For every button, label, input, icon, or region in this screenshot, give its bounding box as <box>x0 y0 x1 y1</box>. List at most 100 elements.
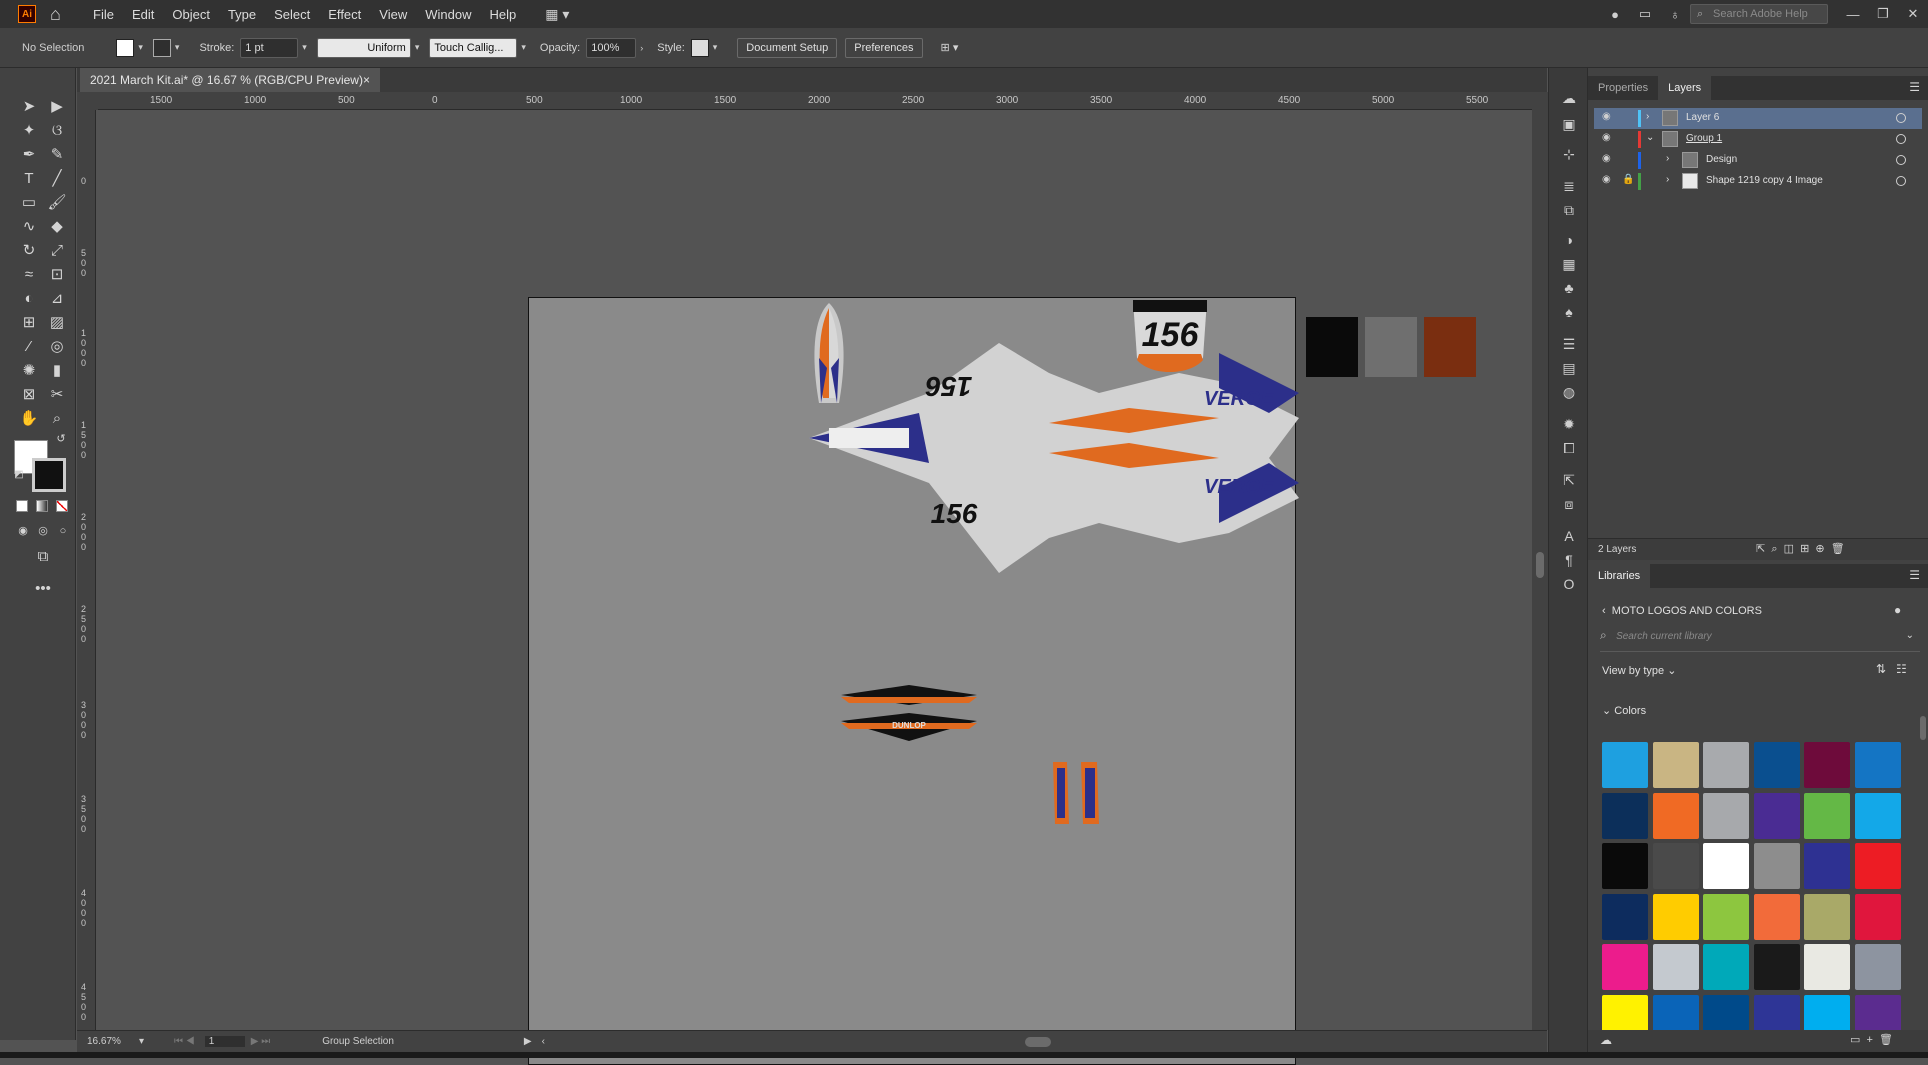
shroud-kit-graphic[interactable]: VERGE VERGE 156 156 <box>799 333 1299 593</box>
image-trace-icon[interactable]: ▣ <box>1559 114 1579 134</box>
library-color-swatch[interactable] <box>1652 742 1699 788</box>
zoom-level[interactable]: 16.67% <box>87 1036 137 1047</box>
user-icon[interactable]: ● <box>1894 603 1901 617</box>
library-color-swatch[interactable] <box>1652 792 1699 839</box>
doc-swatch-rust[interactable] <box>1424 317 1476 377</box>
target-circle-icon[interactable] <box>1896 155 1906 165</box>
horizontal-scroll-thumb[interactable] <box>1024 1036 1051 1047</box>
graph-tool-icon[interactable]: ▮ <box>46 360 68 382</box>
library-color-swatch[interactable] <box>1854 843 1901 889</box>
direct-selection-tool-icon[interactable]: ▶ <box>46 96 68 118</box>
panel-menu-icon[interactable]: ☰ <box>1909 568 1920 582</box>
library-color-swatch[interactable] <box>1652 893 1699 940</box>
more-tools-icon[interactable]: ••• <box>32 578 54 600</box>
symbols-icon[interactable]: ♠ <box>1559 302 1579 322</box>
layer-name[interactable]: Group 1 <box>1686 133 1722 144</box>
target-circle-icon[interactable] <box>1896 134 1906 144</box>
chevron-right-icon[interactable]: ▶ <box>524 1036 532 1047</box>
chevron-down-icon[interactable]: ⌄ <box>1906 630 1914 641</box>
library-color-swatch[interactable] <box>1602 944 1648 990</box>
layer-row[interactable]: ◉ ⌄ Group 1 <box>1594 129 1922 150</box>
transform-icon[interactable]: ⊹ <box>1559 144 1579 164</box>
stroke-swatch[interactable] <box>152 38 171 57</box>
paragraph-icon[interactable]: ¶ <box>1559 550 1579 570</box>
expand-chevron-icon[interactable]: ⌄ <box>1646 132 1654 143</box>
chevron-down-icon[interactable]: ▾ <box>175 42 180 53</box>
opentype-icon[interactable]: O <box>1559 574 1579 594</box>
canvas[interactable]: 156 VERGE VERGE 156 156 DUNLOP <box>98 110 1548 1065</box>
user-icon[interactable]: ● <box>1600 7 1630 22</box>
chevron-left-icon[interactable]: ‹ <box>1602 605 1606 617</box>
library-color-swatch[interactable] <box>1854 944 1901 990</box>
draw-inside-icon[interactable]: ○ <box>52 520 74 542</box>
menu-window[interactable]: Window <box>416 7 480 22</box>
visibility-eye-icon[interactable]: ◉ <box>1602 112 1614 122</box>
library-color-swatch[interactable] <box>1652 944 1699 990</box>
line-tool-icon[interactable]: ╱ <box>46 168 68 190</box>
library-color-swatch[interactable] <box>1703 843 1749 889</box>
screen-mode-icon[interactable]: ⧉ <box>32 546 54 568</box>
scroll-thumb[interactable] <box>1536 552 1544 578</box>
slice-tool-icon[interactable]: ✂ <box>46 384 68 406</box>
library-search-field[interactable]: ⌕ Search current library ⌄ <box>1600 628 1920 652</box>
search-help-input[interactable]: Search Adobe Help <box>1690 4 1828 24</box>
panel-menu-icon[interactable]: ☰ <box>1909 80 1920 94</box>
layer-name[interactable]: Shape 1219 copy 4 Image <box>1706 175 1823 186</box>
sort-icon[interactable]: ⇅ <box>1876 662 1886 676</box>
free-transform-icon[interactable]: ⊡ <box>46 264 68 286</box>
blend-tool-icon[interactable]: ◎ <box>46 336 68 358</box>
vertical-ruler[interactable]: 0 5 0 0 1 0 0 0 1 5 0 0 2 0 0 0 2 5 0 0 … <box>77 110 96 1030</box>
layer-name[interactable]: Layer 6 <box>1686 112 1719 123</box>
align-options-icon[interactable]: ⊞ ▾ <box>941 41 959 54</box>
doc-swatch-gray[interactable] <box>1365 317 1417 377</box>
library-footer-icons[interactable]: ▭ + 🗑 <box>1850 1033 1893 1046</box>
library-color-swatch[interactable] <box>1804 893 1850 940</box>
library-breadcrumb[interactable]: ‹ MOTO LOGOS AND COLORS <box>1602 605 1762 617</box>
expand-chevron-icon[interactable]: › <box>1666 174 1669 185</box>
menu-edit[interactable]: Edit <box>123 7 163 22</box>
gradient-mode-icon[interactable] <box>36 500 48 512</box>
library-color-swatch[interactable] <box>1804 792 1850 839</box>
align-icon[interactable]: ≣ <box>1559 176 1579 196</box>
arrange-documents-icon[interactable]: ▭ <box>1630 6 1660 22</box>
library-color-swatch[interactable] <box>1703 742 1749 788</box>
library-color-swatch[interactable] <box>1804 742 1850 788</box>
library-color-swatch[interactable] <box>1602 792 1648 839</box>
document-tab[interactable]: 2021 March Kit.ai* @ 16.67 % (RGB/CPU Pr… <box>80 68 380 92</box>
pen-tool-icon[interactable]: ✒ <box>18 144 40 166</box>
chevron-down-icon[interactable]: ▾ <box>138 42 143 53</box>
lasso-icon[interactable]: ଓ <box>46 120 68 142</box>
menu-type[interactable]: Type <box>219 7 265 22</box>
menu-object[interactable]: Object <box>163 7 219 22</box>
stroke-icon[interactable]: ☰ <box>1559 334 1579 354</box>
vertical-scrollbar[interactable] <box>1532 92 1548 1030</box>
chevron-right-icon[interactable]: › <box>640 43 643 53</box>
artboard-number-field[interactable]: 1 <box>204 1036 245 1047</box>
chevron-down-icon[interactable]: ▾ <box>415 42 420 53</box>
eyedropper-icon[interactable]: ⁄ <box>18 336 40 358</box>
perspective-grid-icon[interactable]: ⊿ <box>46 288 68 310</box>
fork-guard-graphic[interactable] <box>1047 758 1107 828</box>
menu-help[interactable]: Help <box>480 7 525 22</box>
none-mode-icon[interactable] <box>56 500 68 512</box>
scale-tool-icon[interactable]: ⤢ <box>46 240 68 262</box>
expand-chevron-icon[interactable]: › <box>1646 111 1649 122</box>
layer-footer-icons[interactable]: ⇱ ⌕ ◫ ⊞ ⊕ 🗑 <box>1756 542 1845 556</box>
visibility-eye-icon[interactable]: ◉ <box>1602 133 1614 143</box>
home-icon[interactable]: ⌂ <box>50 5 70 23</box>
menu-file[interactable]: File <box>84 7 123 22</box>
view-by-dropdown[interactable]: View by type ⌄ <box>1602 664 1676 677</box>
rectangle-tool-icon[interactable]: ▭ <box>18 192 40 214</box>
visibility-eye-icon[interactable]: ◉ <box>1602 175 1614 185</box>
artboard-nav-icon[interactable]: ⏮ ◀ <box>174 1036 195 1047</box>
hand-tool-icon[interactable]: ✋ <box>18 408 40 430</box>
library-color-swatch[interactable] <box>1854 792 1901 839</box>
swap-colors-icon[interactable]: ↺ <box>50 428 72 450</box>
library-color-swatch[interactable] <box>1602 893 1648 940</box>
visibility-eye-icon[interactable]: ◉ <box>1602 154 1614 164</box>
curvature-tool-icon[interactable]: ✎ <box>46 144 68 166</box>
minimize-icon[interactable]: — <box>1838 7 1868 22</box>
eraser-icon[interactable]: ◆ <box>46 216 68 238</box>
ruler-origin[interactable] <box>77 92 98 110</box>
pathfinder-icon[interactable]: ⧉ <box>1559 200 1579 220</box>
